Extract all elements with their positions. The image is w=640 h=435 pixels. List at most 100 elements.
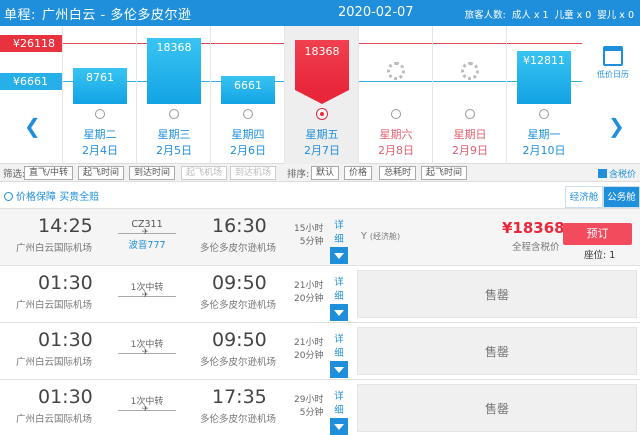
departure-airport: 广州白云国际机场 xyxy=(16,300,93,311)
trip-type-label: 单程: xyxy=(4,8,36,23)
departure-time: 01:30 xyxy=(38,386,93,408)
detail-toggle[interactable]: 详细 xyxy=(330,217,348,264)
day-date: 2月7日 xyxy=(304,144,340,157)
tab-business[interactable]: 公务舱 xyxy=(603,186,640,208)
chevron-down-icon[interactable] xyxy=(330,361,348,378)
route-line: ✈ xyxy=(118,347,176,356)
calendar-day-1[interactable]: 18368 星期三 2月5日 xyxy=(136,26,210,164)
shield-icon xyxy=(4,192,13,201)
pax-infant: 婴儿 x 0 xyxy=(597,10,634,21)
low-price-calendar-button[interactable]: 低价日历 xyxy=(594,46,632,80)
day-weekday: 星期三 xyxy=(157,128,191,141)
day-radio[interactable] xyxy=(391,109,401,119)
sold-out-panel: 售罄 xyxy=(357,384,637,432)
filter-direct-button[interactable]: 直飞/中转 xyxy=(24,166,74,180)
day-date: 2月5日 xyxy=(156,144,192,157)
calendar-day-4[interactable]: 星期六 2月8日 xyxy=(358,26,432,164)
day-date: 2月10日 xyxy=(522,144,566,157)
detail-toggle[interactable]: 详细 xyxy=(330,331,348,378)
arrival-time: 09:50 xyxy=(212,272,267,294)
filter-arr-time-button[interactable]: 到达时间 xyxy=(129,166,176,180)
low-price-label: ¥6661 xyxy=(0,73,62,90)
plane-icon: ✈ xyxy=(142,347,149,356)
book-button[interactable]: 预订 xyxy=(563,223,632,245)
day-radio[interactable] xyxy=(317,109,327,119)
arrival-airport: 多伦多皮尔逊机场 xyxy=(200,300,277,311)
calendar-day-5[interactable]: 星期日 2月9日 xyxy=(432,26,506,164)
calendar-day-3[interactable]: 18368 星期五 2月7日 xyxy=(284,26,358,164)
calendar-price-bar[interactable]: 18368 xyxy=(147,38,201,104)
filter-label: 筛选: xyxy=(3,169,26,180)
flight-row[interactable]: 01:30 广州白云国际机场 1次中转 ✈ 09:50 多伦多皮尔逊机场 21小时 20分钟详… xyxy=(0,322,640,379)
flight-row[interactable]: 01:30 广州白云国际机场 1次中转 ✈ 09:50 多伦多皮尔逊机场 21小时 20分钟详… xyxy=(0,265,640,322)
chevron-down-icon[interactable] xyxy=(330,418,348,435)
filter-arr-airport-button[interactable]: 到达机场 xyxy=(230,166,277,180)
calendar-day-6[interactable]: ¥12811 星期一 2月10日 xyxy=(506,26,580,164)
prev-week-arrow-icon[interactable]: ❮ xyxy=(24,114,41,138)
day-radio[interactable] xyxy=(243,109,253,119)
plane-icon: ✈ xyxy=(142,290,149,299)
duration-hours: 29小时 xyxy=(294,395,324,405)
flight-row[interactable]: 01:30 广州白云国际机场 1次中转 ✈ 17:35 多伦多皮尔逊机场 29小时 5分钟 详细… xyxy=(0,379,640,435)
tab-economy[interactable]: 经济舱 xyxy=(565,186,603,208)
flight-price: ¥18368 xyxy=(502,219,565,237)
departure-time: 01:30 xyxy=(38,272,93,294)
arrival-time: 09:50 xyxy=(212,329,267,351)
route-line: ✈ xyxy=(118,404,176,413)
calendar-price-bar[interactable]: 18368 xyxy=(295,40,349,104)
detail-toggle[interactable]: 详细 xyxy=(330,274,348,321)
departure-time: 14:25 xyxy=(38,215,93,237)
calendar-day-2[interactable]: 6661 星期四 2月6日 xyxy=(210,26,284,164)
duration-minutes: 20分钟 xyxy=(294,351,324,361)
sort-dep-time-button[interactable]: 起飞时间 xyxy=(421,166,468,180)
day-date: 2月8日 xyxy=(378,144,414,157)
filter-dep-time-button[interactable]: 起飞时间 xyxy=(78,166,125,180)
duration-minutes: 5分钟 xyxy=(299,408,324,418)
calendar-icon xyxy=(603,46,623,66)
arrival-airport: 多伦多皮尔逊机场 xyxy=(200,414,277,425)
detail-label: 详细 xyxy=(334,334,344,359)
flight-duration: 15小时 5分钟 xyxy=(294,223,323,249)
sort-price-button[interactable]: 价格 xyxy=(344,166,373,180)
route-line: ✈ xyxy=(118,290,176,299)
price-guarantee-text: 价格保障 xyxy=(16,192,56,203)
sold-out-panel: 售罄 xyxy=(357,327,637,375)
duration-minutes: 5分钟 xyxy=(299,237,324,247)
arrival-airport: 多伦多皮尔逊机场 xyxy=(200,243,277,254)
calendar-price-bar[interactable]: 6661 xyxy=(221,76,275,104)
day-date: 2月9日 xyxy=(452,144,488,157)
tax-included-label: 含税价 xyxy=(608,170,636,180)
calendar-price-bar[interactable]: 8761 xyxy=(73,68,127,104)
sort-duration-button[interactable]: 总耗时 xyxy=(379,166,417,180)
detail-label: 详细 xyxy=(334,220,344,245)
flight-duration: 21小时 20分钟 xyxy=(294,280,323,306)
day-radio[interactable] xyxy=(95,109,105,119)
arrival-time: 17:35 xyxy=(212,386,267,408)
next-week-arrow-icon[interactable]: ❯ xyxy=(608,114,625,138)
detail-toggle[interactable]: 详细 xyxy=(330,388,348,435)
day-weekday: 星期日 xyxy=(453,128,487,141)
day-date: 2月4日 xyxy=(82,144,118,157)
sort-default-button[interactable]: 默认 xyxy=(311,166,340,180)
day-radio[interactable] xyxy=(169,109,179,119)
day-radio[interactable] xyxy=(539,109,549,119)
day-weekday: 星期一 xyxy=(527,128,561,141)
aircraft-type[interactable]: 波音777 xyxy=(118,237,176,251)
chevron-down-icon[interactable] xyxy=(330,247,348,264)
calendar-day-0[interactable]: 8761 星期二 2月4日 xyxy=(62,26,136,164)
arrival-airport: 多伦多皮尔逊机场 xyxy=(200,357,277,368)
price-note: 全程含税价 xyxy=(512,242,560,253)
seats-left: 座位: 1 xyxy=(584,250,616,261)
day-radio[interactable] xyxy=(465,109,475,119)
price-guarantee[interactable]: 价格保障 买贵全赔 xyxy=(4,188,99,203)
sort-label: 排序: xyxy=(287,169,310,180)
tax-included-checkbox[interactable]: 含税价 xyxy=(597,167,636,180)
filter-dep-airport-button[interactable]: 起飞机场 xyxy=(181,166,228,180)
flight-row[interactable]: 14:25 广州白云国际机场 CZ311 ✈ 波音777 16:30 多伦多皮尔逊机场 15小… xyxy=(0,208,640,265)
fare-class: Y (经济舱) xyxy=(361,231,400,242)
calendar-price-bar[interactable]: ¥12811 xyxy=(517,51,571,104)
flight-duration: 29小时 5分钟 xyxy=(294,394,323,420)
flight-duration: 21小时 20分钟 xyxy=(294,337,323,363)
plane-icon: ✈ xyxy=(142,404,149,413)
chevron-down-icon[interactable] xyxy=(330,304,348,321)
